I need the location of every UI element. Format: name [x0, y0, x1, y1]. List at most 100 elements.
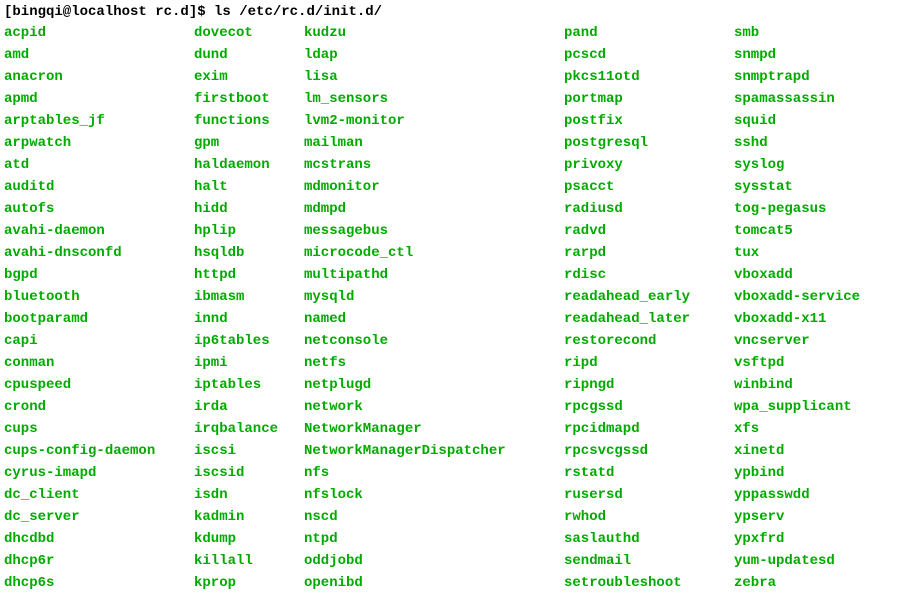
file-entry: kdump [194, 528, 304, 550]
file-entry: multipathd [304, 264, 564, 286]
file-entry: rarpd [564, 242, 734, 264]
file-entry: isdn [194, 484, 304, 506]
file-entry: ipmi [194, 352, 304, 374]
file-entry: vboxadd [734, 264, 904, 286]
file-entry: hidd [194, 198, 304, 220]
file-entry: dund [194, 44, 304, 66]
file-entry: dovecot [194, 22, 304, 44]
file-entry: vboxadd-x11 [734, 308, 904, 330]
file-entry: mdmpd [304, 198, 564, 220]
file-entry: acpid [4, 22, 194, 44]
file-entry: smb [734, 22, 904, 44]
file-entry: lvm2-monitor [304, 110, 564, 132]
file-entry: sendmail [564, 550, 734, 572]
file-entry: crond [4, 396, 194, 418]
file-entry: mdmonitor [304, 176, 564, 198]
file-entry: nfs [304, 462, 564, 484]
file-entry: NetworkManagerDispatcher [304, 440, 564, 462]
file-entry: apmd [4, 88, 194, 110]
file-entry: portmap [564, 88, 734, 110]
file-entry: pand [564, 22, 734, 44]
file-entry: ldap [304, 44, 564, 66]
file-entry: lisa [304, 66, 564, 88]
file-entry: exim [194, 66, 304, 88]
file-entry: spamassassin [734, 88, 904, 110]
file-entry: vsftpd [734, 352, 904, 374]
file-entry: auditd [4, 176, 194, 198]
file-entry: winbind [734, 374, 904, 396]
file-entry: pcscd [564, 44, 734, 66]
file-entry: NetworkManager [304, 418, 564, 440]
file-entry: nfslock [304, 484, 564, 506]
file-entry: readahead_early [564, 286, 734, 308]
file-entry: rdisc [564, 264, 734, 286]
directory-listing: acpidamdanacronapmdarptables_jfarpwatcha… [4, 22, 910, 594]
file-entry: wpa_supplicant [734, 396, 904, 418]
file-entry: snmptrapd [734, 66, 904, 88]
file-entry: kprop [194, 572, 304, 594]
file-entry: netplugd [304, 374, 564, 396]
file-entry: restorecond [564, 330, 734, 352]
file-entry: firstboot [194, 88, 304, 110]
listing-column-3: kudzuldaplisalm_sensorslvm2-monitormailm… [304, 22, 564, 594]
file-entry: sysstat [734, 176, 904, 198]
file-entry: rpcsvcgssd [564, 440, 734, 462]
file-entry: psacct [564, 176, 734, 198]
file-entry: microcode_ctl [304, 242, 564, 264]
file-entry: cyrus-imapd [4, 462, 194, 484]
file-entry: nscd [304, 506, 564, 528]
terminal-prompt: [bingqi@localhost rc.d]$ ls /etc/rc.d/in… [4, 4, 910, 20]
file-entry: kadmin [194, 506, 304, 528]
file-entry: cpuspeed [4, 374, 194, 396]
file-entry: amd [4, 44, 194, 66]
file-entry: iscsi [194, 440, 304, 462]
file-entry: anacron [4, 66, 194, 88]
listing-column-5: smbsnmpdsnmptrapdspamassassinsquidsshdsy… [734, 22, 904, 594]
file-entry: xfs [734, 418, 904, 440]
file-entry: bgpd [4, 264, 194, 286]
file-entry: netconsole [304, 330, 564, 352]
file-entry: dhcdbd [4, 528, 194, 550]
file-entry: syslog [734, 154, 904, 176]
file-entry: rwhod [564, 506, 734, 528]
file-entry: postgresql [564, 132, 734, 154]
file-entry: squid [734, 110, 904, 132]
file-entry: dhcp6r [4, 550, 194, 572]
file-entry: rpcgssd [564, 396, 734, 418]
file-entry: ypbind [734, 462, 904, 484]
file-entry: atd [4, 154, 194, 176]
file-entry: functions [194, 110, 304, 132]
file-entry: gpm [194, 132, 304, 154]
file-entry: cups-config-daemon [4, 440, 194, 462]
file-entry: avahi-dnsconfd [4, 242, 194, 264]
file-entry: ripngd [564, 374, 734, 396]
file-entry: pkcs11otd [564, 66, 734, 88]
file-entry: saslauthd [564, 528, 734, 550]
file-entry: netfs [304, 352, 564, 374]
file-entry: innd [194, 308, 304, 330]
file-entry: hsqldb [194, 242, 304, 264]
file-entry: arptables_jf [4, 110, 194, 132]
file-entry: rstatd [564, 462, 734, 484]
file-entry: dhcp6s [4, 572, 194, 594]
file-entry: sshd [734, 132, 904, 154]
file-entry: named [304, 308, 564, 330]
file-entry: avahi-daemon [4, 220, 194, 242]
file-entry: ntpd [304, 528, 564, 550]
listing-column-2: dovecotdundeximfirstbootfunctionsgpmhald… [194, 22, 304, 594]
file-entry: arpwatch [4, 132, 194, 154]
file-entry: irda [194, 396, 304, 418]
listing-column-4: pandpcscdpkcs11otdportmappostfixpostgres… [564, 22, 734, 594]
file-entry: conman [4, 352, 194, 374]
file-entry: cups [4, 418, 194, 440]
file-entry: network [304, 396, 564, 418]
file-entry: readahead_later [564, 308, 734, 330]
file-entry: iscsid [194, 462, 304, 484]
file-entry: bluetooth [4, 286, 194, 308]
file-entry: privoxy [564, 154, 734, 176]
file-entry: irqbalance [194, 418, 304, 440]
file-entry: hplip [194, 220, 304, 242]
file-entry: yum-updatesd [734, 550, 904, 572]
file-entry: tux [734, 242, 904, 264]
listing-column-1: acpidamdanacronapmdarptables_jfarpwatcha… [4, 22, 194, 594]
